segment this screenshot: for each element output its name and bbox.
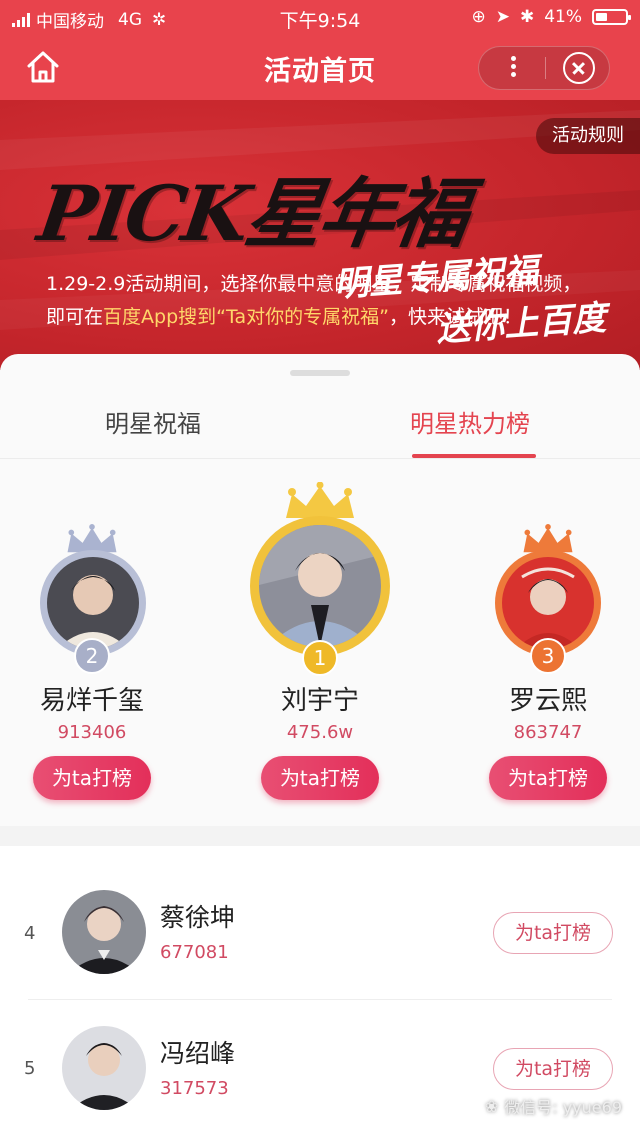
- battery-icon: [592, 9, 631, 25]
- capsule-divider: [545, 57, 546, 79]
- watermark-text: 微信号: yyue69: [504, 1098, 622, 1117]
- avatar[interactable]: [62, 890, 146, 974]
- description-suffix: ，快来试试吧！: [388, 306, 522, 328]
- tab-bar: 明星祝福 明星热力榜: [0, 394, 640, 459]
- avatar[interactable]: [47, 557, 139, 649]
- wechat-icon: ❀: [484, 1096, 499, 1116]
- tab-star-ranking[interactable]: 明星热力榜: [410, 404, 530, 439]
- podium-rank-1: 1 刘宇宁 475.6w 为ta打榜: [246, 482, 394, 812]
- bluetooth-icon: ✱: [519, 7, 535, 27]
- close-icon[interactable]: [563, 52, 595, 84]
- star-name: 蔡徐坤: [160, 903, 236, 932]
- avatar[interactable]: [62, 1026, 146, 1110]
- location-icon: ➤: [495, 7, 510, 27]
- vote-button[interactable]: 为ta打榜: [489, 756, 607, 800]
- mini-program-capsule: [478, 46, 610, 90]
- lock-rotation-icon: ⊕: [471, 7, 486, 27]
- star-score: 475.6w: [286, 722, 354, 743]
- description-line-2: 即可在百度App搜到“Ta对你的专属祝福”，快来试试吧！: [46, 301, 626, 334]
- vote-button[interactable]: 为ta打榜: [33, 756, 151, 800]
- star-name: 易烊千玺: [39, 686, 144, 716]
- vote-button[interactable]: 为ta打榜: [261, 756, 379, 800]
- list-rank: 5: [24, 1058, 36, 1079]
- rank-badge: 2: [74, 638, 110, 674]
- rules-button[interactable]: 活动规则: [536, 118, 640, 154]
- podium-rank-3: 3 罗云熙 863747 为ta打榜: [478, 524, 618, 814]
- status-bar: 中国移动 4G ✲ 下午9:54 ⊕ ➤ ✱ 41%: [0, 0, 640, 34]
- drag-handle[interactable]: [290, 370, 350, 376]
- rank-badge: 3: [530, 638, 566, 674]
- star-score: 317573: [160, 1078, 229, 1099]
- star-name: 罗云熙: [508, 686, 587, 716]
- description-line-1: 1.29-2.9活动期间，选择你最中意的明星，定制专属祝福视频，: [46, 273, 582, 295]
- banner-description: 1.29-2.9活动期间，选择你最中意的明星，定制专属祝福视频， 即可在百度Ap…: [46, 268, 626, 334]
- star-score: 913406: [57, 722, 127, 743]
- star-name: 冯绍峰: [160, 1039, 236, 1068]
- podium-rank-2: 2 易烊千玺 913406 为ta打榜: [22, 524, 162, 814]
- battery-percent: 41%: [544, 7, 582, 27]
- star-score: 863747: [513, 722, 583, 743]
- more-icon[interactable]: [501, 53, 525, 83]
- vote-button[interactable]: 为ta打榜: [493, 1048, 613, 1090]
- vote-button[interactable]: 为ta打榜: [493, 912, 613, 954]
- description-highlight: 百度App搜到“Ta对你的专属祝福”: [103, 306, 389, 328]
- description-prefix: 即可在: [46, 306, 104, 328]
- tab-star-blessing[interactable]: 明星祝福: [105, 404, 201, 439]
- active-tab-indicator: [412, 454, 536, 458]
- list-item: 4 蔡徐坤 677081 为ta打榜: [0, 868, 640, 1002]
- avatar[interactable]: [259, 525, 381, 647]
- avatar[interactable]: [502, 557, 594, 649]
- star-score: 677081: [160, 942, 229, 963]
- ranking-card: 明星祝福 明星热力榜 2 易烊千玺 913406 为ta打榜 1 刘宇宁 475…: [0, 354, 640, 826]
- star-name: 刘宇宁: [280, 686, 359, 716]
- watermark: ❀ 微信号: yyue69: [485, 1094, 622, 1118]
- banner-headline: PICK星年福: [32, 169, 472, 258]
- list-divider: [28, 999, 612, 1000]
- rank-badge: 1: [302, 640, 338, 676]
- list-rank: 4: [24, 923, 36, 944]
- nav-bar: 活动首页: [0, 34, 640, 100]
